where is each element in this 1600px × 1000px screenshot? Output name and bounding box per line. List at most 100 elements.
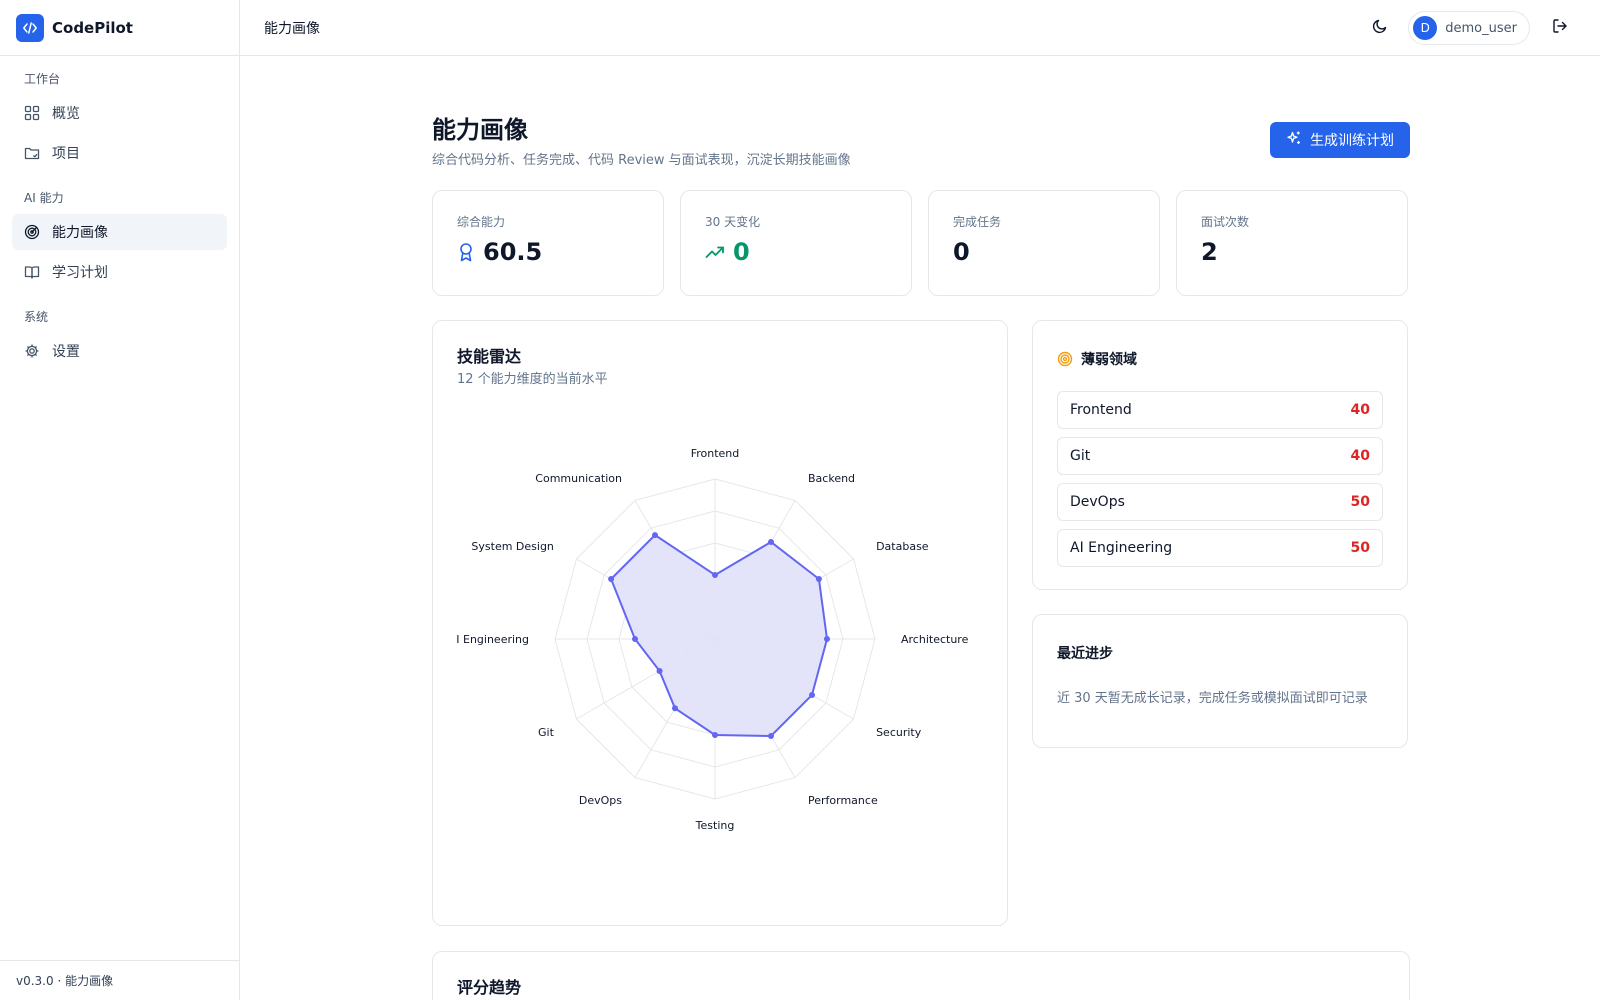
nav-section-title: AI 能力 [24, 191, 64, 205]
radar-axis-label: Performance [808, 794, 878, 807]
radar-data-point [672, 705, 678, 712]
weak-area-score: 50 [1350, 494, 1370, 510]
user-menu[interactable]: D demo_user [1408, 11, 1530, 45]
code-icon [16, 13, 44, 42]
radar-data-point [652, 532, 658, 539]
weak-area-name: Frontend [1070, 402, 1132, 418]
radar-data-point [815, 576, 822, 582]
sidebar: CodePilot 工作台 概览 项目 AI 能力 能力画像 学习计划 系统 设… [0, 0, 240, 1000]
radar-icon [24, 224, 40, 240]
nav-section-system: 系统 设置 [0, 294, 239, 369]
weak-areas-header: 薄弱领域 [1057, 349, 1383, 369]
avatar: D [1413, 16, 1438, 40]
sparkles-icon [1286, 130, 1310, 150]
stat-card-30day-change: 30 天变化 0 [680, 190, 912, 296]
target-icon [1057, 351, 1073, 367]
stat-label: 综合能力 [457, 215, 506, 229]
skill-radar-chart: Frontend Backend Database Architecture Secur… [457, 447, 969, 832]
page-subtitle: 综合代码分析、任务完成、代码 Review 与面试表现，沉淀长期技能画像 [432, 153, 851, 168]
radar-axis-label: AI Engineering [457, 633, 529, 646]
card-subtitle: 12 个能力维度的当前水平 [457, 372, 608, 387]
header-title: 能力画像 [264, 20, 320, 37]
generate-plan-label: 生成训练计划 [1310, 133, 1394, 149]
weak-area-name: Git [1070, 448, 1091, 464]
stat-label: 30 天变化 [705, 215, 761, 229]
sidebar-item-learning-plan[interactable]: 学习计划 [12, 254, 227, 290]
radar-data-point [712, 572, 718, 578]
logout-button[interactable] [1544, 12, 1576, 44]
stat-value-text: 0 [953, 238, 970, 266]
weak-area-score: 40 [1350, 448, 1370, 464]
radar-data-point [632, 636, 638, 642]
sidebar-item-label: 能力画像 [52, 225, 108, 241]
sidebar-item-label: 项目 [52, 146, 80, 162]
weak-area-name: AI Engineering [1070, 540, 1173, 556]
brand[interactable]: CodePilot [0, 0, 239, 56]
radar-axis-label: Testing [695, 819, 735, 832]
stat-value: 60.5 [457, 238, 639, 266]
radar-axis-label: Database [876, 540, 929, 553]
radar-axis-label: Backend [808, 472, 855, 485]
nav-section-ai: AI 能力 能力画像 学习计划 [0, 175, 239, 290]
weak-area-item[interactable]: DevOps 50 [1057, 483, 1383, 521]
radar-data-point [608, 576, 615, 582]
sidebar-item-settings[interactable]: 设置 [12, 333, 227, 369]
weak-area-score: 50 [1350, 540, 1370, 556]
sidebar-item-overview[interactable]: 概览 [12, 95, 227, 131]
radar-axis-label: System Design [471, 540, 554, 553]
weak-area-item[interactable]: Frontend 40 [1057, 391, 1383, 429]
radar-data-point [712, 732, 718, 738]
skill-radar-card: 技能雷达 12 个能力维度的当前水平 Frontend Backend Databa… [432, 320, 1008, 926]
weak-area-score: 40 [1350, 402, 1370, 418]
score-trend-card: 评分趋势 [432, 951, 1410, 1000]
radar-axis-label: DevOps [579, 794, 622, 807]
nav-section-title: 系统 [24, 310, 49, 324]
radar-series-area [609, 533, 829, 738]
book-icon [24, 264, 40, 280]
header-actions: D demo_user [1364, 0, 1576, 56]
page-header: 能力画像 综合代码分析、任务完成、代码 Review 与面试表现，沉淀长期技能画… [432, 56, 1410, 190]
sidebar-item-label: 学习计划 [52, 265, 108, 281]
weak-areas-list: Frontend 40 Git 40 DevOps 50 AI Engineer… [1057, 391, 1383, 567]
recent-progress-card: 最近进步 近 30 天暂无成长记录，完成任务或模拟面试即可记录 [1032, 614, 1408, 748]
stat-value: 0 [953, 238, 1135, 266]
page-title: 能力画像 [432, 116, 528, 144]
radar-axis-label: Frontend [691, 447, 740, 460]
content-row: 技能雷达 12 个能力维度的当前水平 Frontend Backend Databa… [432, 320, 1410, 926]
nav-section-workbench: 工作台 概览 项目 [0, 56, 239, 171]
nav-section-title: 工作台 [24, 72, 61, 86]
stat-label: 完成任务 [953, 215, 1002, 229]
award-icon [457, 242, 475, 262]
top-header: 能力画像 D demo_user [240, 0, 1600, 56]
radar-data-point [768, 539, 774, 546]
radar-data-point [824, 636, 830, 642]
stat-card-tasks: 完成任务 0 [928, 190, 1160, 296]
user-name: demo_user [1445, 20, 1517, 36]
radar-data-point [808, 692, 815, 698]
sidebar-item-label: 概览 [52, 106, 80, 122]
stat-card-interviews: 面试次数 2 [1176, 190, 1408, 296]
trending-up-icon [705, 244, 725, 260]
stats-row: 综合能力 60.5 30 天变化 0 完成任务 0 面试次数 2 [432, 190, 1410, 296]
sidebar-item-label: 设置 [52, 344, 80, 360]
stat-value: 2 [1201, 238, 1383, 266]
radar-axis-label: Git [538, 726, 555, 739]
sidebar-item-projects[interactable]: 项目 [12, 135, 227, 171]
radar-data-point [768, 732, 774, 739]
brand-name: CodePilot [52, 18, 133, 37]
sidebar-item-skill-profile[interactable]: 能力画像 [12, 214, 227, 250]
weak-areas-title: 薄弱领域 [1081, 352, 1137, 368]
radar-data-point [656, 668, 663, 674]
right-column: 薄弱领域 Frontend 40 Git 40 DevOps 50 AI Eng… [1032, 320, 1408, 926]
radar-axis-label: Architecture [901, 633, 969, 646]
radar-axis-label: Communication [535, 472, 622, 485]
recent-progress-title: 最近进步 [1057, 646, 1113, 662]
theme-toggle-button[interactable] [1364, 12, 1396, 44]
weak-areas-card: 薄弱领域 Frontend 40 Git 40 DevOps 50 AI Eng… [1032, 320, 1408, 590]
main-content: 能力画像 综合代码分析、任务完成、代码 Review 与面试表现，沉淀长期技能画… [432, 56, 1410, 926]
weak-area-item[interactable]: AI Engineering 50 [1057, 529, 1383, 567]
weak-area-item[interactable]: Git 40 [1057, 437, 1383, 475]
generate-plan-button[interactable]: 生成训练计划 [1270, 122, 1410, 158]
score-trend-title: 评分趋势 [457, 978, 522, 997]
folder-icon [24, 145, 40, 161]
